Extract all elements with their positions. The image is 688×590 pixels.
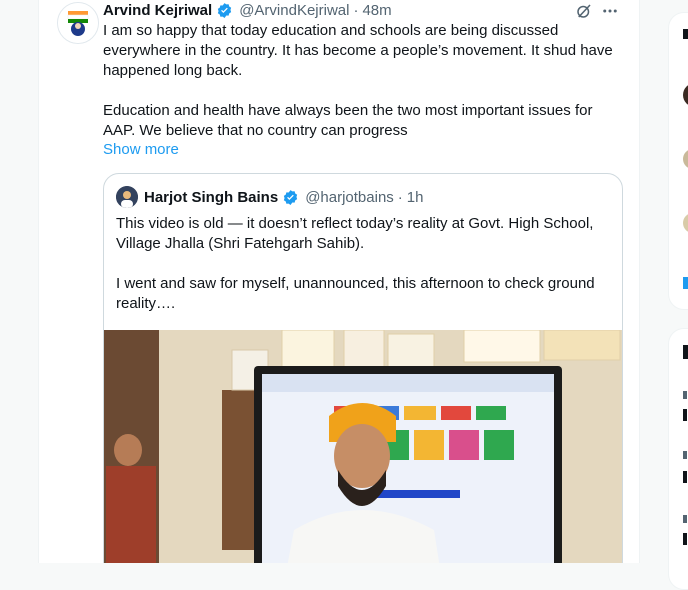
tweet-paragraph-1: I am so happy that today education and s… xyxy=(103,22,613,79)
verified-badge-icon xyxy=(216,2,233,19)
quoted-author-avatar[interactable] xyxy=(116,186,138,208)
video-thumbnail[interactable] xyxy=(104,330,622,563)
quoted-author-handle[interactable]: @harjotbains xyxy=(305,189,394,206)
quoted-paragraph-2: I went and saw for myself, unannounced, … xyxy=(116,275,595,312)
tweet-timestamp[interactable]: 48m xyxy=(362,2,391,19)
tweet-article[interactable]: Arvind Kejriwal @ArvindKejriwal · 48m I … xyxy=(38,0,640,563)
verified-badge-icon xyxy=(282,189,299,206)
author-avatar[interactable] xyxy=(57,2,99,44)
show-more-link[interactable]: Show more xyxy=(103,141,179,158)
author-handle[interactable]: @ArvindKejriwal xyxy=(239,2,349,19)
right-sidebar-card xyxy=(668,12,688,310)
author-name[interactable]: Arvind Kejriwal xyxy=(103,2,212,19)
tweet-text: I am so happy that today education and s… xyxy=(103,21,623,141)
separator-dot: · xyxy=(397,188,403,206)
quoted-tweet-text: This video is old — it doesn’t reflect t… xyxy=(116,214,612,314)
quoted-tweet-timestamp[interactable]: 1h xyxy=(407,189,424,206)
tweet-paragraph-2: Education and health have always been th… xyxy=(103,102,593,139)
quoted-author-name[interactable]: Harjot Singh Bains xyxy=(144,189,278,206)
quoted-tweet[interactable]: Harjot Singh Bains @harjotbains · 1h Thi… xyxy=(103,173,623,563)
right-sidebar-card xyxy=(668,328,688,590)
separator-dot: · xyxy=(353,1,359,19)
quoted-paragraph-1: This video is old — it doesn’t reflect t… xyxy=(116,215,594,252)
